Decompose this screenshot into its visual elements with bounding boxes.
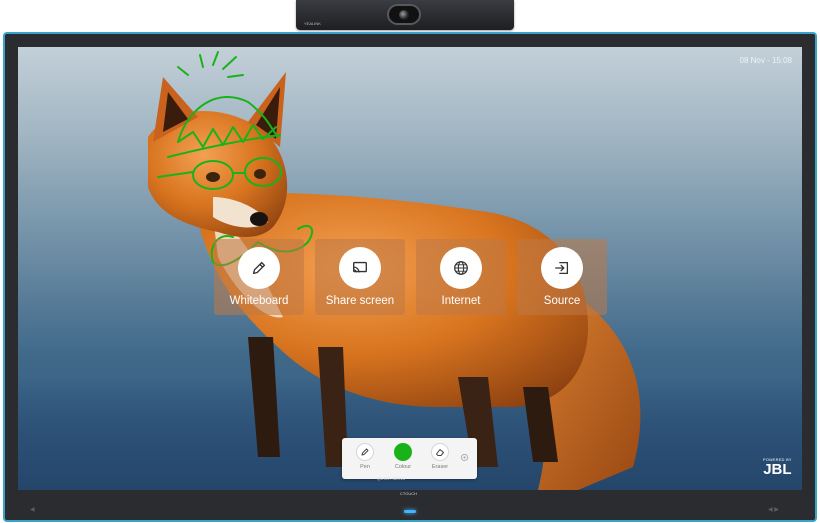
- webcam-bar: YEALINK: [296, 0, 514, 30]
- colour-label: Colour: [394, 464, 412, 470]
- left-arrow-icon[interactable]: ◀: [30, 506, 35, 513]
- jbl-logo: JBL: [763, 461, 792, 478]
- pencil-icon: [252, 261, 266, 275]
- eraser-label: Eraser: [431, 464, 449, 470]
- gear-icon[interactable]: [460, 453, 469, 462]
- eraser-tool[interactable]: Eraser: [431, 443, 449, 470]
- colour-tool[interactable]: Colour: [394, 443, 412, 470]
- pen-tool[interactable]: Pen: [356, 443, 374, 470]
- whiteboard-label: Whiteboard: [229, 295, 289, 307]
- power-led: [404, 510, 416, 513]
- pen-label: Pen: [360, 464, 370, 470]
- cast-icon: [353, 261, 367, 273]
- quick-menu-toolbar: Pen Colour Eraser: [342, 438, 477, 479]
- internet-label: Internet: [441, 295, 481, 307]
- jbl-branding: POWERED BY JBL: [763, 458, 792, 477]
- source-tile[interactable]: Source: [517, 239, 607, 315]
- internet-tile[interactable]: Internet: [416, 239, 506, 315]
- screen: 08 Nov - 15:08 Whiteboard Share screen I…: [18, 47, 802, 490]
- share-screen-tile[interactable]: Share screen: [315, 239, 405, 315]
- pen-icon: [361, 448, 369, 456]
- eraser-icon: [436, 449, 444, 456]
- fox-photo: [148, 51, 641, 490]
- right-arrow-icon[interactable]: ◀ ▶: [768, 506, 779, 513]
- camera-brand: YEALINK: [304, 21, 321, 26]
- input-source-icon: [555, 261, 569, 275]
- quick-menu-caption: QUICK MENU: [377, 476, 406, 481]
- globe-icon: [454, 261, 468, 275]
- source-label: Source: [543, 295, 581, 307]
- whiteboard-tile[interactable]: Whiteboard: [214, 239, 304, 315]
- camera-lens: [387, 4, 421, 25]
- share-screen-label: Share screen: [325, 295, 395, 307]
- panel-brand: CTOUCH: [400, 491, 418, 496]
- colour-swatch: [394, 443, 412, 461]
- datetime: 08 Nov - 15:08: [739, 56, 792, 65]
